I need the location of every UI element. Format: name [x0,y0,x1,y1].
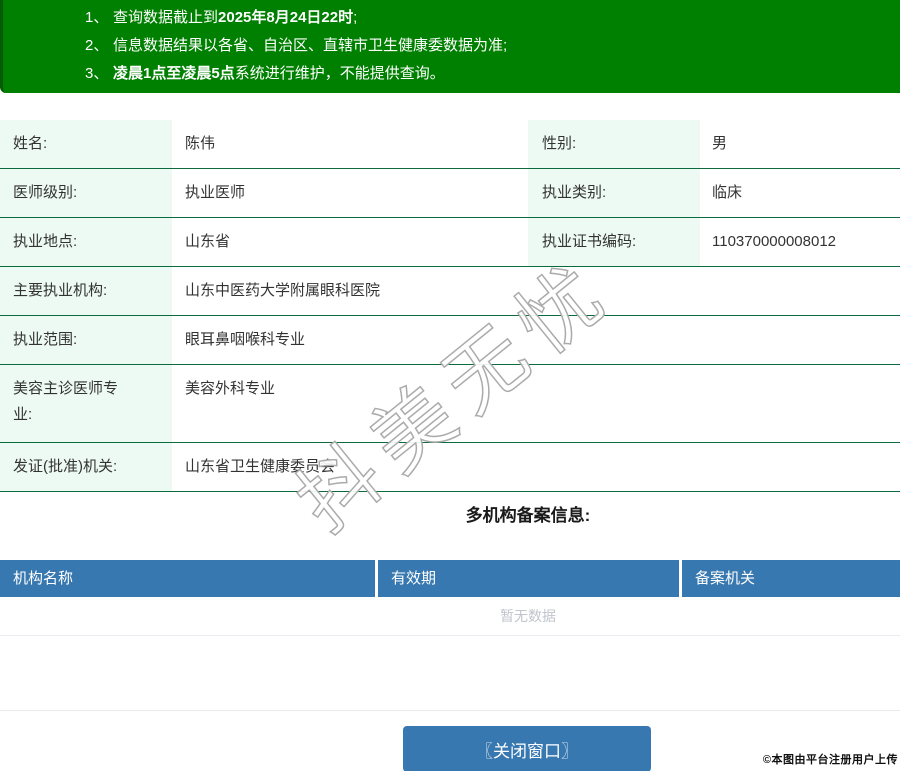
notice-text: 凌晨1点至凌晨5点系统进行维护，不能提供查询。 [113,65,445,82]
column-header-institution-name: 机构名称 [0,560,378,597]
field-label-gender: 性别: [528,120,700,168]
table-row-location-license: 执业地点: 山东省 执业证书编码: 110370000008012 [0,218,900,267]
notice-text: 查询数据截止到2025年8月24日22时; [113,9,358,26]
field-label-practice-location: 执业地点: [0,218,172,266]
notice-text: 信息数据结果以各省、自治区、直辖市卫生健康委数据为准; [113,37,508,54]
field-value-gender: 男 [712,135,728,152]
field-value-issuing-authority: 山东省卫生健康委员会 [185,458,336,475]
field-value-practice-scope: 眼耳鼻咽喉科专业 [185,331,306,348]
filing-section-title: 多机构备案信息: [465,506,591,525]
field-value-name: 陈伟 [185,135,216,152]
field-value-cosmetic-specialty: 美容外科专业 [185,380,276,397]
field-value-license-number: 110370000008012 [712,233,837,250]
filing-table: 机构名称 有效期 备案机关 暂无数据 [0,560,900,636]
table-row-practice-scope: 执业范围: 眼耳鼻咽喉科专业 [0,316,900,365]
notice-number: 3、 [85,65,109,82]
table-row-main-institution: 主要执业机构: 山东中医药大学附属眼科医院 [0,267,900,316]
query-result-page: 1、 查询数据截止到2025年8月24日22时; 2、 信息数据结果以各省、自治… [0,0,900,771]
close-window-button[interactable]: 〖关闭窗口〗 [403,726,651,771]
footer-divider [0,710,900,711]
practitioner-info-table: 姓名: 陈伟 性别: 男 医师级别: 执业医师 执业类别: 临床 执业地点: 山… [0,120,900,492]
field-value-main-institution: 山东中医药大学附属眼科医院 [185,282,381,299]
field-value-practice-location: 山东省 [185,233,231,250]
field-label-main-institution: 主要执业机构: [0,267,172,315]
filing-table-header: 机构名称 有效期 备案机关 [0,560,900,597]
column-header-validity-period: 有效期 [378,560,682,597]
field-label-doctor-level: 医师级别: [0,169,172,217]
copyright-notice: ©本图由平台注册用户上传 [762,754,898,766]
field-value-doctor-level: 执业医师 [185,184,246,201]
notice-number: 2、 [85,37,109,54]
table-row-level-category: 医师级别: 执业医师 执业类别: 临床 [0,169,900,218]
notice-line-2: 2、 信息数据结果以各省、自治区、直辖市卫生健康委数据为准; [3,32,900,60]
field-label-practice-scope: 执业范围: [0,316,172,364]
field-label-cosmetic-specialty: 美容主诊医师专业: [0,365,172,442]
field-label-license-number: 执业证书编码: [528,218,700,266]
field-label-practice-category: 执业类别: [528,169,700,217]
notice-number: 1、 [85,9,109,26]
field-label-issuing-authority: 发证(批准)机关: [0,443,172,491]
table-row-name-gender: 姓名: 陈伟 性别: 男 [0,120,900,169]
notice-banner: 1、 查询数据截止到2025年8月24日22时; 2、 信息数据结果以各省、自治… [0,0,900,93]
notice-line-1: 1、 查询数据截止到2025年8月24日22时; [3,4,900,32]
field-value-practice-category: 临床 [712,184,743,201]
notice-line-3: 3、 凌晨1点至凌晨5点系统进行维护，不能提供查询。 [3,60,900,88]
field-label-name: 姓名: [0,120,172,168]
column-header-filing-authority: 备案机关 [695,570,756,587]
empty-data-placeholder: 暂无数据 [0,597,900,636]
table-row-issuing-authority: 发证(批准)机关: 山东省卫生健康委员会 [0,443,900,492]
table-row-cosmetic-specialty: 美容主诊医师专业: 美容外科专业 [0,365,900,443]
